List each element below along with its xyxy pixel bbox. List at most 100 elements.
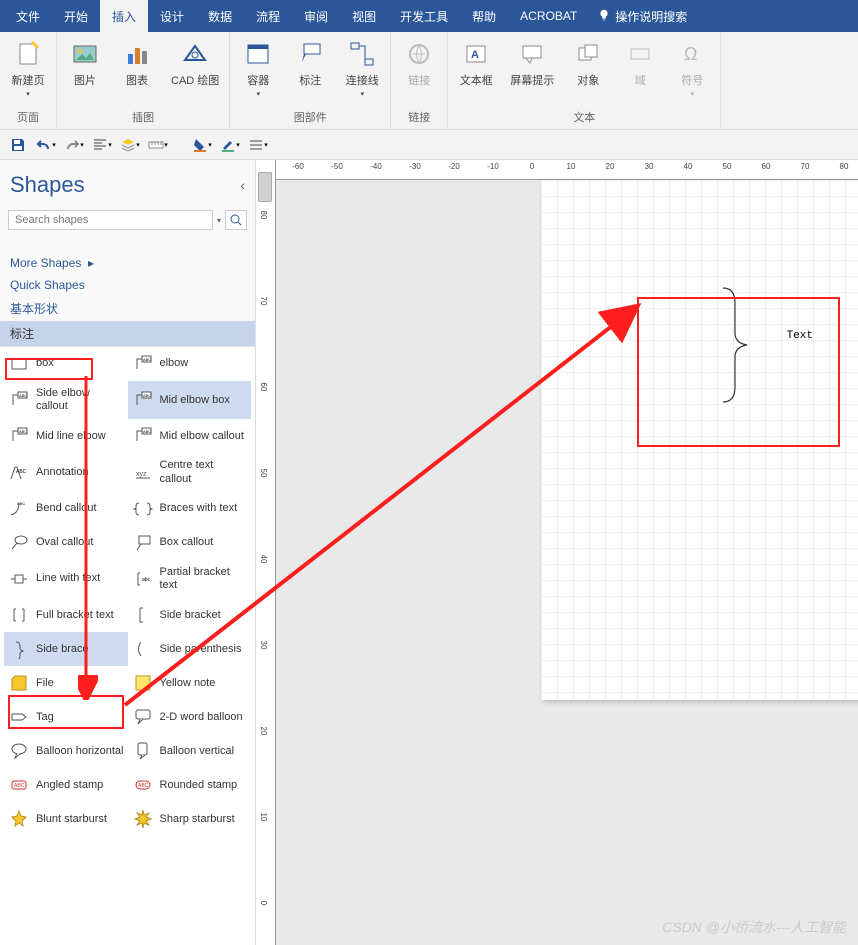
shape-braces-with-text[interactable]: Braces with text — [128, 492, 252, 526]
sideparen-icon — [132, 638, 154, 660]
menu-file[interactable]: 文件 — [4, 0, 52, 33]
collapse-button[interactable]: ‹ — [240, 177, 245, 193]
shape-label: Mid elbow box — [160, 394, 230, 407]
callout-category-active[interactable]: 标注 — [0, 321, 255, 346]
abc-icon: ABC — [8, 462, 30, 484]
vruler-scroll[interactable] — [258, 172, 272, 202]
shape-rounded-stamp[interactable]: ABCRounded stamp — [128, 768, 252, 802]
drawing-page[interactable] — [541, 180, 858, 700]
menu-data[interactable]: 数据 — [196, 0, 244, 33]
canvas[interactable]: 80706050403020100 -60-50-40-30-20-100102… — [256, 160, 858, 945]
align-button[interactable]: ▾ — [92, 135, 112, 155]
line-style-button[interactable]: ▾ — [248, 135, 268, 155]
menu-help[interactable]: 帮助 — [460, 0, 508, 33]
ruler-button[interactable]: ▾ — [148, 135, 168, 155]
box-icon — [8, 353, 30, 375]
shape-label: Centre text callout — [160, 459, 248, 485]
shape-centre-text-callout[interactable]: xyz Centre text callout — [128, 453, 252, 491]
new-page-button[interactable]: 新建页▾ — [8, 36, 48, 107]
shape-full-bracket-text[interactable]: Full bracket text — [4, 598, 128, 632]
save-button[interactable] — [8, 135, 28, 155]
shape-file[interactable]: File — [4, 666, 128, 700]
elbow-icon: ABC — [132, 425, 154, 447]
shape-label: Sharp starburst — [160, 813, 235, 826]
shape-balloon-vertical[interactable]: Balloon vertical — [128, 734, 252, 768]
shape-mid-elbow-callout[interactable]: ABCMid elbow callout — [128, 419, 252, 453]
balloon-icon — [8, 740, 30, 762]
menu-acrobat[interactable]: ACROBAT — [508, 1, 589, 31]
line-color-button[interactable]: ▾ — [220, 135, 240, 155]
shape-yellow-note[interactable]: Yellow note — [128, 666, 252, 700]
vruler-tick: 40 — [259, 555, 268, 564]
shape-box-callout[interactable]: Box callout — [128, 526, 252, 560]
fullbracket-icon — [8, 604, 30, 626]
shape-balloon-horizontal[interactable]: Balloon horizontal — [4, 734, 128, 768]
layers-button[interactable]: ▾ — [120, 135, 140, 155]
connector-button[interactable]: 连接线▾ — [342, 36, 382, 107]
picture-button[interactable]: 图片 — [65, 36, 105, 107]
search-input[interactable] — [8, 210, 213, 230]
quick-shapes-link[interactable]: Quick Shapes — [0, 274, 255, 296]
shape-side-parenthesis[interactable]: Side parenthesis — [128, 632, 252, 666]
side-brace-shape[interactable] — [633, 270, 833, 420]
more-shapes-link[interactable]: More Shapes ▸ — [0, 252, 255, 274]
ribbon-group-illustrations: 图片 图表 CAD 绘图 插图 — [57, 32, 230, 129]
main-area: Shapes ‹ ▾ More Shapes ▸ Quick Shapes 基本… — [0, 160, 858, 945]
shape-tag[interactable]: Tag — [4, 700, 128, 734]
sidebracket-icon — [132, 604, 154, 626]
menu-devtools[interactable]: 开发工具 — [388, 0, 460, 33]
ribbon-group-text: A 文本框 屏幕提示 对象 域 Ω 符号▾ 文本 — [448, 32, 721, 129]
textbox-button[interactable]: A 文本框 — [456, 36, 496, 107]
elbow-icon: ABC — [132, 389, 154, 411]
tell-me-search[interactable]: 操作说明搜索 — [589, 8, 695, 25]
shape-line-with-text[interactable]: Line with text — [4, 560, 128, 598]
menu-insert[interactable]: 插入 — [100, 0, 148, 33]
cad-button[interactable]: CAD 绘图 — [169, 36, 221, 107]
object-icon — [572, 38, 604, 70]
container-button[interactable]: 容器▾ — [238, 36, 278, 107]
shape-side-brace[interactable]: Side brace — [4, 632, 128, 666]
shape-sharp-starburst[interactable]: Sharp starburst — [128, 802, 252, 836]
vruler-tick: 10 — [259, 813, 268, 822]
vruler-tick: 80 — [259, 211, 268, 220]
shape-label: Side elbow callout — [36, 387, 124, 413]
shape-side-elbow-callout[interactable]: ABC Side elbow callout — [4, 381, 128, 419]
shape-label: Oval callout — [36, 536, 93, 549]
shape-blunt-starburst[interactable]: Blunt starburst — [4, 802, 128, 836]
brace-text-label[interactable]: Text — [787, 330, 813, 342]
callout-button[interactable]: 标注 — [290, 36, 330, 107]
ribbon-group-link: 链接 链接 — [391, 32, 448, 129]
search-button[interactable] — [225, 210, 247, 230]
screentip-button[interactable]: 屏幕提示 — [508, 36, 556, 107]
shape-mid-line-elbow[interactable]: ABCMid line elbow — [4, 419, 128, 453]
basic-shapes-link[interactable]: 基本形状 — [0, 296, 255, 321]
shape-annotation[interactable]: ABCAnnotation — [4, 453, 128, 491]
menu-review[interactable]: 审阅 — [292, 0, 340, 33]
shape-partial-bracket-text[interactable]: abcPartial bracket text — [128, 560, 252, 598]
shape-bend-callout[interactable]: ABCBend callout — [4, 492, 128, 526]
menu-process[interactable]: 流程 — [244, 0, 292, 33]
svg-text:A: A — [471, 49, 479, 61]
shape-elbow[interactable]: ABCelbow — [128, 347, 252, 381]
fill-button[interactable]: ▾ — [192, 135, 212, 155]
chart-icon — [121, 38, 153, 70]
object-button[interactable]: 对象 — [568, 36, 608, 107]
shape-label: Yellow note — [160, 677, 216, 690]
menu-design[interactable]: 设计 — [148, 0, 196, 33]
group-label-link: 链接 — [399, 107, 439, 125]
shape-box[interactable]: box — [4, 347, 128, 381]
undo-button[interactable]: ▾ — [36, 135, 56, 155]
chart-button[interactable]: 图表 — [117, 36, 157, 107]
shape-label: Rounded stamp — [160, 779, 238, 792]
shape-mid-elbow-box[interactable]: ABC Mid elbow box — [128, 381, 252, 419]
shape-2-d-word-balloon[interactable]: 2-D word balloon — [128, 700, 252, 734]
shape-angled-stamp[interactable]: ABCAngled stamp — [4, 768, 128, 802]
shape-oval-callout[interactable]: Oval callout — [4, 526, 128, 560]
xyz-icon: xyz — [132, 462, 154, 484]
shape-side-bracket[interactable]: Side bracket — [128, 598, 252, 632]
redo-button[interactable]: ▾ — [64, 135, 84, 155]
shape-label: Full bracket text — [36, 609, 114, 622]
menu-home[interactable]: 开始 — [52, 0, 100, 33]
svg-text:ABC: ABC — [19, 393, 27, 398]
menu-view[interactable]: 视图 — [340, 0, 388, 33]
